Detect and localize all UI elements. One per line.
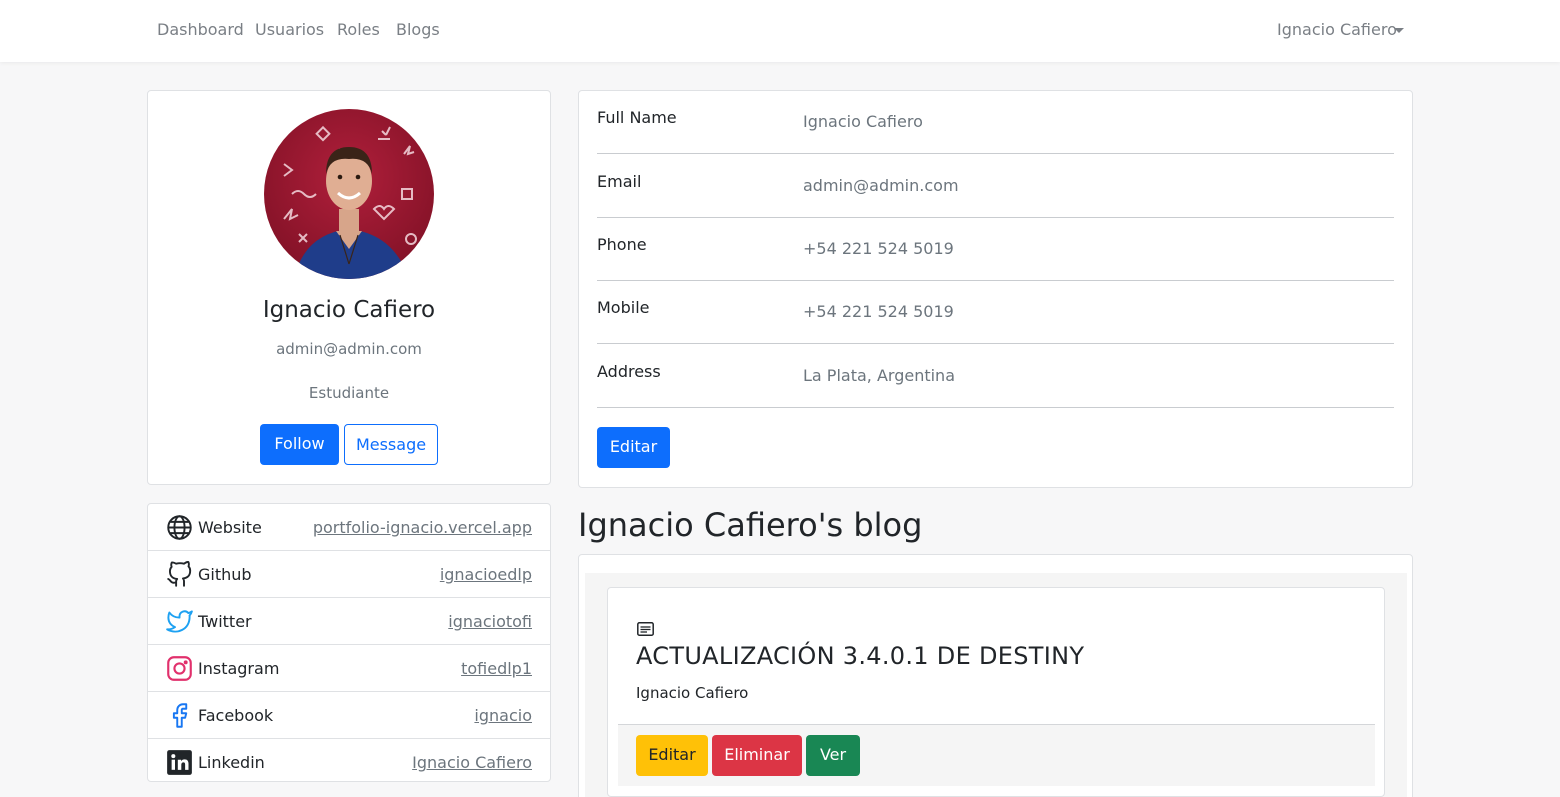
list-item: Twitter ignaciotofi (148, 598, 550, 645)
social-label: Linkedin (198, 753, 265, 772)
chevron-down-icon[interactable] (1394, 28, 1404, 33)
nav-link-roles[interactable]: Roles (337, 20, 380, 39)
profile-name: Ignacio Cafiero (262, 297, 436, 323)
linkedin-icon (167, 750, 192, 775)
social-links-list: Website portfolio-ignacio.vercel.app Git… (147, 503, 551, 782)
avatar (264, 109, 434, 279)
twitter-link[interactable]: ignaciotofi (448, 612, 532, 631)
github-icon (167, 561, 192, 587)
detail-row: Mobile +54 221 524 5019 (597, 281, 1394, 344)
profile-card: Ignacio Cafiero admin@admin.com Estudian… (147, 90, 551, 485)
nav-link-blogs[interactable]: Blogs (396, 20, 440, 39)
top-navbar: Dashboard Usuarios Roles Blogs Ignacio C… (0, 0, 1560, 62)
detail-label: Address (597, 362, 661, 381)
edit-post-button[interactable]: Editar (636, 735, 708, 776)
instagram-icon (167, 656, 192, 681)
view-post-button[interactable]: Ver (806, 735, 860, 776)
website-link[interactable]: portfolio-ignacio.vercel.app (313, 518, 532, 537)
details-card: Full Name Ignacio Cafiero Email admin@ad… (578, 90, 1413, 488)
facebook-link[interactable]: ignacio (474, 706, 532, 725)
post-title: ACTUALIZACIÓN 3.4.0.1 DE DESTINY (636, 642, 1085, 670)
nav-link-dashboard[interactable]: Dashboard (157, 20, 244, 39)
edit-profile-button[interactable]: Editar (597, 427, 670, 468)
detail-value: +54 221 524 5019 (803, 302, 954, 321)
globe-icon (167, 515, 192, 540)
detail-value: +54 221 524 5019 (803, 239, 954, 258)
github-link[interactable]: ignacioedlp (440, 565, 532, 584)
article-icon (637, 622, 654, 636)
detail-label: Full Name (597, 108, 677, 127)
detail-row: Address La Plata, Argentina (597, 345, 1394, 408)
detail-label: Mobile (597, 298, 650, 317)
blog-post-card: ACTUALIZACIÓN 3.4.0.1 DE DESTINY Ignacio… (607, 587, 1385, 797)
detail-value: Ignacio Cafiero (803, 112, 923, 131)
list-item: Instagram tofiedlp1 (148, 645, 550, 692)
social-label: Facebook (198, 706, 274, 725)
linkedin-link[interactable]: Ignacio Cafiero (412, 753, 532, 772)
social-label: Github (198, 565, 252, 584)
message-button[interactable]: Message (344, 424, 438, 465)
detail-row: Full Name Ignacio Cafiero (597, 91, 1394, 154)
profile-email: admin@admin.com (276, 340, 422, 358)
delete-post-button[interactable]: Eliminar (712, 735, 802, 776)
post-author: Ignacio Cafiero (636, 684, 749, 702)
detail-label: Phone (597, 235, 647, 254)
list-item: Facebook ignacio (148, 692, 550, 739)
profile-role: Estudiante (308, 384, 390, 402)
social-label: Instagram (198, 659, 280, 678)
blog-list: ACTUALIZACIÓN 3.4.0.1 DE DESTINY Ignacio… (585, 573, 1407, 797)
blog-container: ACTUALIZACIÓN 3.4.0.1 DE DESTINY Ignacio… (578, 554, 1413, 797)
instagram-link[interactable]: tofiedlp1 (461, 659, 532, 678)
detail-value: La Plata, Argentina (803, 366, 955, 385)
user-menu-toggle[interactable]: Ignacio Cafiero (1277, 20, 1397, 39)
facebook-icon (172, 703, 188, 728)
twitter-icon (166, 610, 193, 633)
post-footer: Editar Eliminar Ver (618, 724, 1375, 786)
nav-link-usuarios[interactable]: Usuarios (255, 20, 324, 39)
social-label: Website (198, 518, 262, 537)
detail-row: Email admin@admin.com (597, 155, 1394, 218)
detail-value: admin@admin.com (803, 176, 959, 195)
social-label: Twitter (198, 612, 252, 631)
list-item: Github ignacioedlp (148, 551, 550, 598)
blog-heading: Ignacio Cafiero's blog (578, 506, 923, 544)
detail-label: Email (597, 172, 642, 191)
detail-row: Phone +54 221 524 5019 (597, 218, 1394, 281)
follow-button[interactable]: Follow (260, 424, 339, 465)
list-item: Linkedin Ignacio Cafiero (148, 739, 550, 786)
list-item: Website portfolio-ignacio.vercel.app (148, 504, 550, 551)
